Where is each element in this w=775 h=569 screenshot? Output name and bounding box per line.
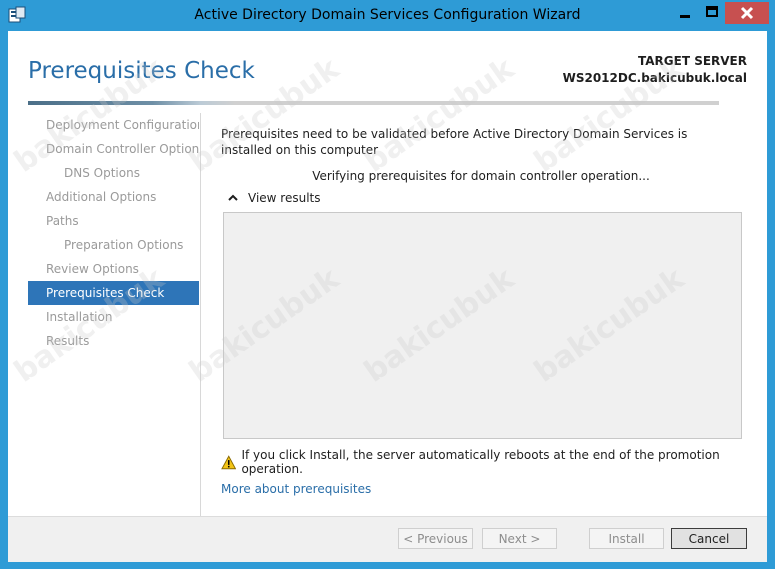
window-title: Active Directory Domain Services Configu… (194, 7, 581, 23)
nav-item-review-options[interactable]: Review Options (28, 257, 199, 281)
nav-item-domain-controller-options[interactable]: Domain Controller Options (28, 137, 199, 161)
target-server-label: TARGET SERVER (638, 54, 747, 68)
previous-button[interactable]: < Previous (398, 528, 473, 549)
minimize-button[interactable] (671, 2, 699, 24)
button-bar: < Previous Next > Install Cancel (8, 516, 767, 562)
nav-item-deployment-configuration[interactable]: Deployment Configuration (28, 113, 199, 137)
page-title: Prerequisites Check (28, 58, 255, 84)
chevron-up-icon (228, 194, 238, 201)
reboot-warning: If you click Install, the server automat… (221, 448, 767, 476)
view-results-toggle[interactable]: View results (226, 191, 321, 205)
more-about-prerequisites-link[interactable]: More about prerequisites (221, 482, 371, 496)
nav-item-results: Results (46, 334, 90, 348)
watermark: bakicubuk (358, 51, 521, 180)
maximize-icon (706, 6, 718, 17)
warning-text: If you click Install, the server automat… (241, 448, 720, 476)
title-bar[interactable]: Active Directory Domain Services Configu… (0, 0, 775, 31)
nav-divider (200, 113, 201, 523)
window-frame: Active Directory Domain Services Configu… (0, 0, 775, 569)
nav-item-prerequisites-check[interactable]: Prerequisites Check (28, 281, 199, 305)
install-button[interactable]: Install (589, 528, 664, 549)
nav-item-installation: Installation (46, 310, 113, 324)
view-results-label: View results (248, 191, 321, 205)
results-pane (223, 212, 742, 439)
nav-item-paths[interactable]: Paths (28, 209, 199, 233)
warning-icon (221, 454, 237, 469)
header-divider (28, 101, 719, 105)
minimize-icon (680, 15, 690, 18)
close-button[interactable] (725, 2, 769, 24)
intro-text: Prerequisites need to be validated befor… (221, 127, 688, 157)
close-icon (740, 6, 754, 20)
nav-item-additional-options[interactable]: Additional Options (28, 185, 199, 209)
wizard-body: Prerequisites Check TARGET SERVER WS2012… (8, 31, 767, 562)
cancel-button[interactable]: Cancel (671, 528, 747, 549)
nav-item-dns-options[interactable]: DNS Options (28, 161, 199, 185)
maximize-button[interactable] (698, 2, 726, 24)
nav-item-preparation-options[interactable]: Preparation Options (28, 233, 199, 257)
target-server-name: WS2012DC.bakicubuk.local (562, 71, 747, 85)
verifying-status: Verifying prerequisites for domain contr… (312, 169, 650, 183)
wizard-nav: Deployment Configuration Domain Controll… (28, 113, 199, 353)
next-button[interactable]: Next > (482, 528, 557, 549)
